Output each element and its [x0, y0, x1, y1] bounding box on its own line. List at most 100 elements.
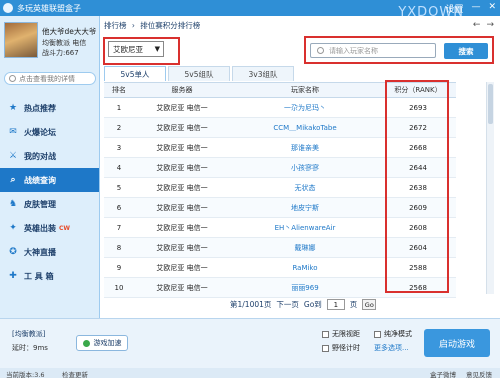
tab-5v5-team[interactable]: 5v5组队: [168, 66, 230, 81]
server-select[interactable]: 艾欧尼亚 ▼: [108, 41, 164, 57]
player-cell[interactable]: 丽丽969: [230, 278, 380, 297]
sidebar-item-label: 大神直播: [24, 247, 56, 257]
back-arrow-icon[interactable]: ←: [473, 20, 481, 30]
server-cell: 艾欧尼亚 电信一: [156, 203, 208, 212]
option-pure-mode[interactable]: 纯净模式: [374, 329, 412, 339]
close-icon[interactable]: ✕: [488, 2, 496, 15]
server-cell: 艾欧尼亚 电信一: [156, 103, 208, 112]
check-update-link[interactable]: 检查更新: [62, 369, 88, 378]
server-cell: 艾欧尼亚 电信一: [156, 123, 208, 132]
sidebar-item-2[interactable]: ⚔ 我的对战: [0, 144, 99, 168]
page-number-input[interactable]: 1: [326, 299, 345, 310]
player-cell[interactable]: 小孩寥寥: [230, 158, 380, 177]
player-cell[interactable]: 一尕为尼玛丶: [230, 98, 380, 117]
player-cell[interactable]: 地皮宁斯: [230, 198, 380, 217]
rank-cell: 1: [116, 103, 122, 112]
shirt-icon: ♞: [8, 199, 18, 209]
sidebar-item-3[interactable]: ⌕ 战绩查询: [0, 168, 99, 192]
wrench-icon: ✚: [9, 271, 17, 281]
app-logo-icon: [3, 3, 13, 13]
checkbox-icon: [374, 330, 381, 338]
chevron-down-icon: ▼: [154, 45, 160, 53]
sidebar-menu: ★ 热点推荐 ✉ 火爆论坛 ⚔ 我的对战 ⌕ 战绩查询 ♞ 皮肤管理 ✦ 英雄出装 CW ✪ 大神直播 ✚ 工 …: [0, 96, 99, 288]
go-button[interactable]: Go: [362, 299, 377, 310]
status-links: 盒子微博 意见反馈: [430, 369, 492, 378]
checkbox-icon: [322, 330, 329, 338]
forward-arrow-icon[interactable]: →: [486, 20, 494, 30]
sidebar-item-7[interactable]: ✚ 工 具 箱: [0, 264, 99, 288]
settings-icon[interactable]: 设置: [445, 2, 463, 15]
sidebar-item-4[interactable]: ♞ 皮肤管理: [0, 192, 99, 216]
sidebar-item-label: 热点推荐: [24, 103, 56, 113]
rank-cell: 2: [116, 123, 122, 132]
chat-icon: ✉: [9, 127, 17, 137]
next-page-link[interactable]: 下一页: [276, 299, 299, 310]
sidebar-item-1[interactable]: ✉ 火爆论坛: [0, 120, 99, 144]
player-cell[interactable]: EH丶AlienwareAir: [230, 218, 380, 237]
accelerate-icon: [82, 339, 90, 347]
start-game-button[interactable]: 启动游戏: [424, 329, 490, 357]
pager: 第1/1001页 下一页 Go到 1 页 Go: [230, 299, 377, 310]
version-label: 当前版本:3.6: [6, 371, 45, 378]
avatar[interactable]: [4, 22, 38, 58]
player-cell[interactable]: RaMiko: [230, 258, 380, 277]
server-cell: 艾欧尼亚 电信一: [156, 223, 208, 232]
scroll-thumb[interactable]: [488, 84, 493, 124]
minimize-icon[interactable]: —: [471, 2, 480, 15]
table-scrollbar[interactable]: [486, 82, 494, 294]
player-cell[interactable]: 戴琳娜: [230, 238, 380, 257]
player-cell[interactable]: 无状态: [230, 178, 380, 197]
profile-detail-text: 点击查看我的详情: [19, 74, 75, 83]
sidebar-item-6[interactable]: ✪ 大神直播: [0, 240, 99, 264]
checkbox-icon: [322, 344, 329, 352]
server-mode-label: [均衡教派]: [12, 330, 46, 338]
rank-cell: 3: [116, 143, 122, 152]
bottom-bar: [均衡教派] 延时：9ms 游戏加速 无限视距 纯净模式 野怪计时 更多选项..…: [0, 318, 500, 368]
tab-3v3-team[interactable]: 3v3组队: [232, 66, 294, 81]
swords-icon: ⚔: [8, 151, 18, 161]
weibo-link[interactable]: 盒子微博: [430, 369, 456, 378]
sidebar-item-label: 工 具 箱: [24, 271, 54, 281]
server-select-value: 艾欧尼亚: [113, 44, 143, 54]
accelerate-button[interactable]: 游戏加速: [76, 335, 128, 351]
goto-prefix: Go到: [303, 300, 322, 309]
search-button[interactable]: 搜索: [444, 43, 488, 59]
search-icon: ⌕: [10, 175, 16, 185]
option-label: 野怪计时: [332, 344, 360, 352]
sidebar-item-5[interactable]: ✦ 英雄出装 CW: [0, 216, 99, 240]
option-jungle-timer[interactable]: 野怪计时: [322, 343, 360, 353]
more-options-link[interactable]: 更多选项...: [374, 343, 409, 353]
col-player: 玩家名称: [291, 86, 319, 94]
star-icon: ★: [8, 103, 18, 113]
rank-cell: 4: [116, 163, 122, 172]
broadcast-icon: ✪: [9, 247, 17, 257]
server-cell: 艾欧尼亚 电信一: [156, 163, 208, 172]
goto-suffix: 页: [349, 300, 358, 309]
delay-label: 延时：9ms: [12, 344, 48, 352]
sidebar-item-0[interactable]: ★ 热点推荐: [0, 96, 99, 120]
feedback-link[interactable]: 意见反馈: [466, 369, 492, 378]
profile-name: 他大爷de大大爷: [42, 27, 97, 36]
server-cell: 艾欧尼亚 电信一: [156, 243, 208, 252]
player-search-input[interactable]: 请输入玩家名称: [310, 43, 436, 58]
server-cell: 艾欧尼亚 电信一: [156, 143, 208, 152]
tab-5v5-solo[interactable]: 5v5单人: [104, 66, 166, 81]
status-bar: 当前版本:3.6 检查更新 盒子微博 意见反馈: [0, 368, 500, 378]
sidebar-item-label: 皮肤管理: [24, 199, 56, 209]
page-info[interactable]: 第1/1001页: [230, 299, 271, 310]
player-cell[interactable]: CCM＿MikakoTabe: [230, 118, 380, 137]
profile-detail-link[interactable]: 点击查看我的详情: [4, 72, 96, 85]
player-cell[interactable]: 那谁亲美: [230, 138, 380, 157]
mode-tabs: 5v5单人 5v5组队 3v3组队: [104, 66, 296, 81]
rank-cell: 10: [114, 283, 124, 292]
title-bar: 多玩英雄联盟盒子 YXDOWN 设置 — ✕: [0, 0, 500, 20]
profile-server: 均衡教派 电信: [42, 39, 87, 47]
option-unlimited-view[interactable]: 无限视距: [322, 329, 360, 339]
breadcrumb-item-ranking[interactable]: 排行榜: [104, 21, 127, 30]
highlight-box-score: [385, 80, 449, 293]
rank-cell: 9: [116, 263, 122, 272]
window-title: 多玩英雄联盟盒子: [17, 3, 81, 13]
server-cell: 艾欧尼亚 电信一: [156, 263, 208, 272]
window-controls: 设置 — ✕: [445, 2, 496, 15]
accelerate-label: 游戏加速: [93, 339, 122, 347]
